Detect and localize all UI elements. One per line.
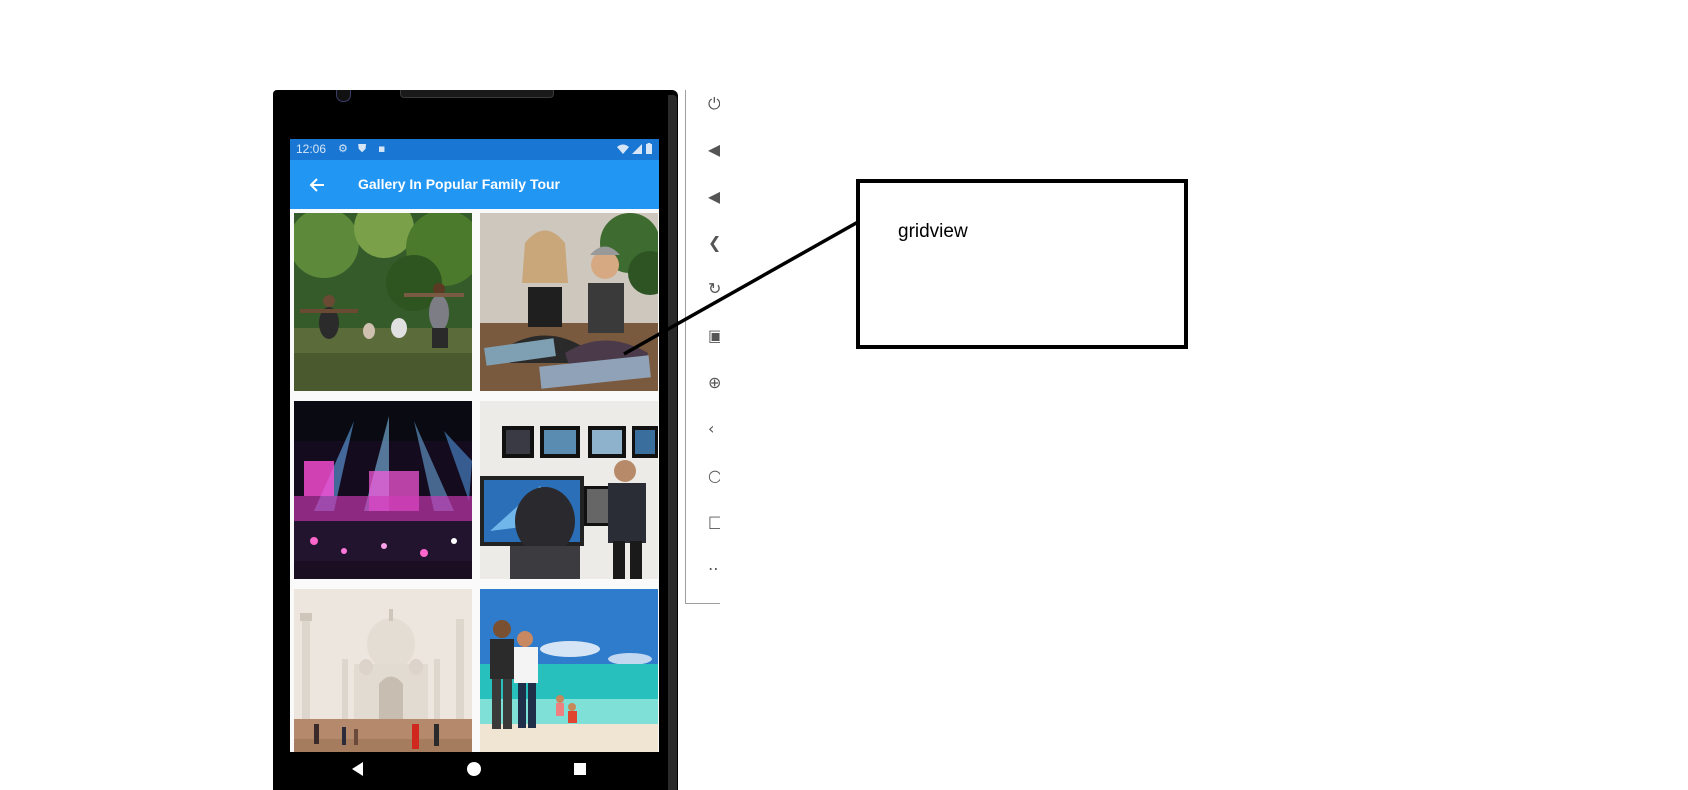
rotate-right-icon[interactable]: ↻ bbox=[708, 277, 720, 301]
camera-icon[interactable]: ▣ bbox=[708, 324, 720, 348]
rotate-left-icon[interactable]: ❮ bbox=[708, 231, 720, 255]
phone-screen: 12:06 ⚙ ⛊ ▪ Gallery In Popular Family To… bbox=[290, 139, 659, 785]
recents-square-icon[interactable] bbox=[570, 759, 590, 779]
signal-icon bbox=[632, 144, 642, 154]
back-triangle-icon[interactable] bbox=[348, 759, 368, 779]
volume-up-icon[interactable]: ◀ bbox=[708, 138, 720, 162]
power-icon[interactable]: ⏻ bbox=[708, 92, 720, 116]
volume-down-icon[interactable]: ◀ bbox=[708, 185, 720, 209]
shield-icon: ⛊ bbox=[358, 142, 367, 155]
settings-icon: ⚙ bbox=[338, 142, 348, 155]
back-button[interactable] bbox=[300, 168, 334, 202]
sd-card-icon: ▪ bbox=[378, 142, 386, 155]
more-icon[interactable]: ⋯ bbox=[708, 557, 720, 581]
zoom-icon[interactable]: ⊕ bbox=[708, 371, 720, 395]
taj-mahal-photo[interactable] bbox=[294, 589, 472, 767]
yoga-in-park-photo[interactable] bbox=[294, 213, 472, 391]
phone-side-rail bbox=[668, 95, 677, 790]
wifi-icon bbox=[617, 144, 629, 154]
annotation-callout: gridview bbox=[856, 179, 1188, 349]
home-circle-icon[interactable] bbox=[464, 759, 484, 779]
beach-family-photo[interactable] bbox=[480, 589, 658, 767]
home-icon[interactable]: ○ bbox=[708, 464, 720, 488]
callout-pointer-line bbox=[623, 220, 859, 356]
system-nav-bar bbox=[290, 752, 659, 785]
status-bar: 12:06 ⚙ ⛊ ▪ bbox=[290, 139, 659, 160]
emulator-toolbar: ⏻ ◀ ◀ ❮ ↻ ▣ ⊕ ‹ ○ □ ⋯ bbox=[685, 90, 720, 604]
overview-icon[interactable]: □ bbox=[708, 510, 720, 534]
back-icon[interactable]: ‹ bbox=[708, 417, 720, 441]
page-title: Gallery In Popular Family Tour bbox=[358, 176, 561, 192]
status-time: 12:06 bbox=[296, 142, 327, 156]
photo-gallery-exhibition-photo[interactable] bbox=[480, 401, 658, 579]
battery-icon bbox=[646, 143, 652, 154]
phone-speaker bbox=[400, 90, 554, 98]
annotation-label: gridview bbox=[898, 221, 968, 242]
meditation-couple-photo[interactable] bbox=[480, 213, 658, 391]
app-bar: Gallery In Popular Family Tour bbox=[290, 160, 659, 209]
arrow-back-icon bbox=[309, 178, 324, 192]
concert-stage-photo[interactable] bbox=[294, 401, 472, 579]
